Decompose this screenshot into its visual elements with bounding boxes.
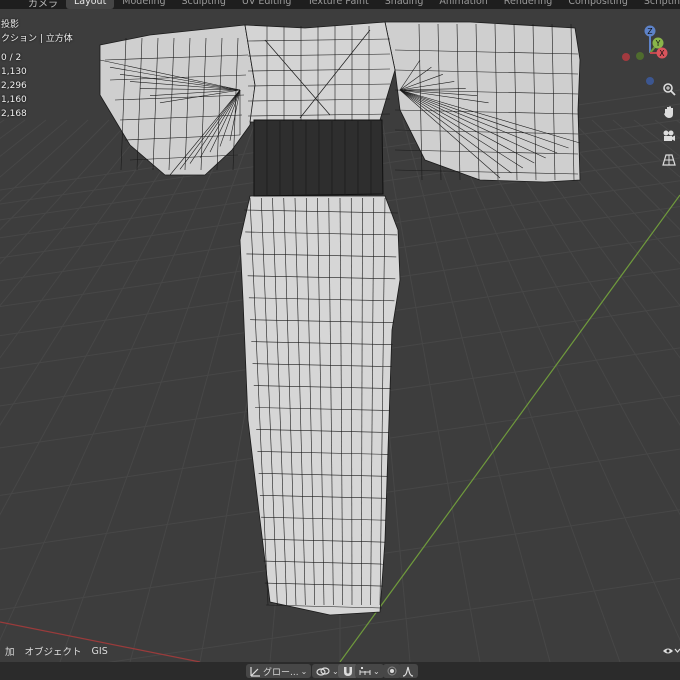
viewport-header: 加 オブジェクト GIS xyxy=(0,642,113,660)
tab-compositing[interactable]: Compositing xyxy=(560,0,636,9)
magnet-icon xyxy=(344,667,352,676)
collection-label: クション | 立方体 xyxy=(1,34,73,44)
header-menu-gis[interactable]: GIS xyxy=(87,646,113,657)
stat-faces: 1,160 xyxy=(1,95,27,105)
grid-icon[interactable] xyxy=(658,150,680,170)
menu-fragment[interactable]: カメラ xyxy=(28,0,58,9)
header-menu-object[interactable]: オブジェクト xyxy=(20,644,87,658)
tab-layout[interactable]: Layout xyxy=(66,0,115,9)
neg-z-handle[interactable] xyxy=(646,77,654,85)
chevron-down-icon: ⌄ xyxy=(373,666,380,676)
gizmo-x-label: X xyxy=(659,49,664,58)
snap-increment-icon xyxy=(359,666,371,675)
neg-y-handle[interactable] xyxy=(636,52,644,60)
proportional-falloff-dropdown[interactable] xyxy=(398,664,418,678)
gizmo-z-label: Z xyxy=(647,27,652,36)
view-name: 投影 xyxy=(1,20,20,30)
link-icon xyxy=(316,666,330,676)
chevron-down-icon: ⌄ xyxy=(300,666,308,676)
tab-texture-paint[interactable]: Texture Paint xyxy=(299,0,376,9)
transform-orientation-label: グロー... xyxy=(263,667,299,678)
tab-animation[interactable]: Animation xyxy=(431,0,495,9)
tab-uv-editing[interactable]: UV Editing xyxy=(234,0,300,9)
obi-belt xyxy=(253,119,384,197)
stat-triangles: 2,168 xyxy=(1,109,27,119)
snap-target-dropdown[interactable]: ⌄ xyxy=(355,664,384,678)
gizmo-y-label: Y xyxy=(655,39,661,48)
falloff-icon xyxy=(402,666,414,677)
torso xyxy=(244,21,396,123)
orientation-icon xyxy=(250,666,260,677)
transform-orientation-dropdown[interactable]: グロー... ⌄ xyxy=(246,664,312,678)
3d-viewport[interactable]: 投影 クション | 立方体 0 / 2 1,130 2,296 1,160 2,… xyxy=(0,9,680,662)
camera-icon[interactable] xyxy=(658,126,680,146)
viewport-toolbar: グロー... ⌄ ⌄ ⌄ xyxy=(0,662,680,680)
zoom-icon[interactable] xyxy=(658,79,680,99)
stat-objects: 0 / 2 xyxy=(1,53,22,63)
tab-modeling[interactable]: Modeling xyxy=(114,0,173,9)
tab-scripting[interactable]: Scripting xyxy=(636,0,680,9)
workspace-tabs: Layout Modeling Sculpting UV Editing Tex… xyxy=(66,0,680,9)
circle-dot-icon xyxy=(387,666,397,676)
workspace-bar: カメラ Layout Modeling Sculpting UV Editing… xyxy=(0,0,680,9)
viewport-scene[interactable] xyxy=(0,9,680,662)
tab-rendering[interactable]: Rendering xyxy=(496,0,561,9)
header-menu-add[interactable]: 加 xyxy=(0,644,20,658)
kimono-mesh[interactable] xyxy=(99,21,581,616)
neg-x-handle[interactable] xyxy=(622,53,630,61)
hand-icon[interactable] xyxy=(658,102,680,122)
skirt xyxy=(239,195,401,616)
stat-vertices: 1,130 xyxy=(1,67,27,77)
eye-dropdown-icon[interactable] xyxy=(660,641,680,661)
tab-sculpting[interactable]: Sculpting xyxy=(174,0,234,9)
tab-shading[interactable]: Shading xyxy=(377,0,432,9)
stat-edges: 2,296 xyxy=(1,81,27,91)
